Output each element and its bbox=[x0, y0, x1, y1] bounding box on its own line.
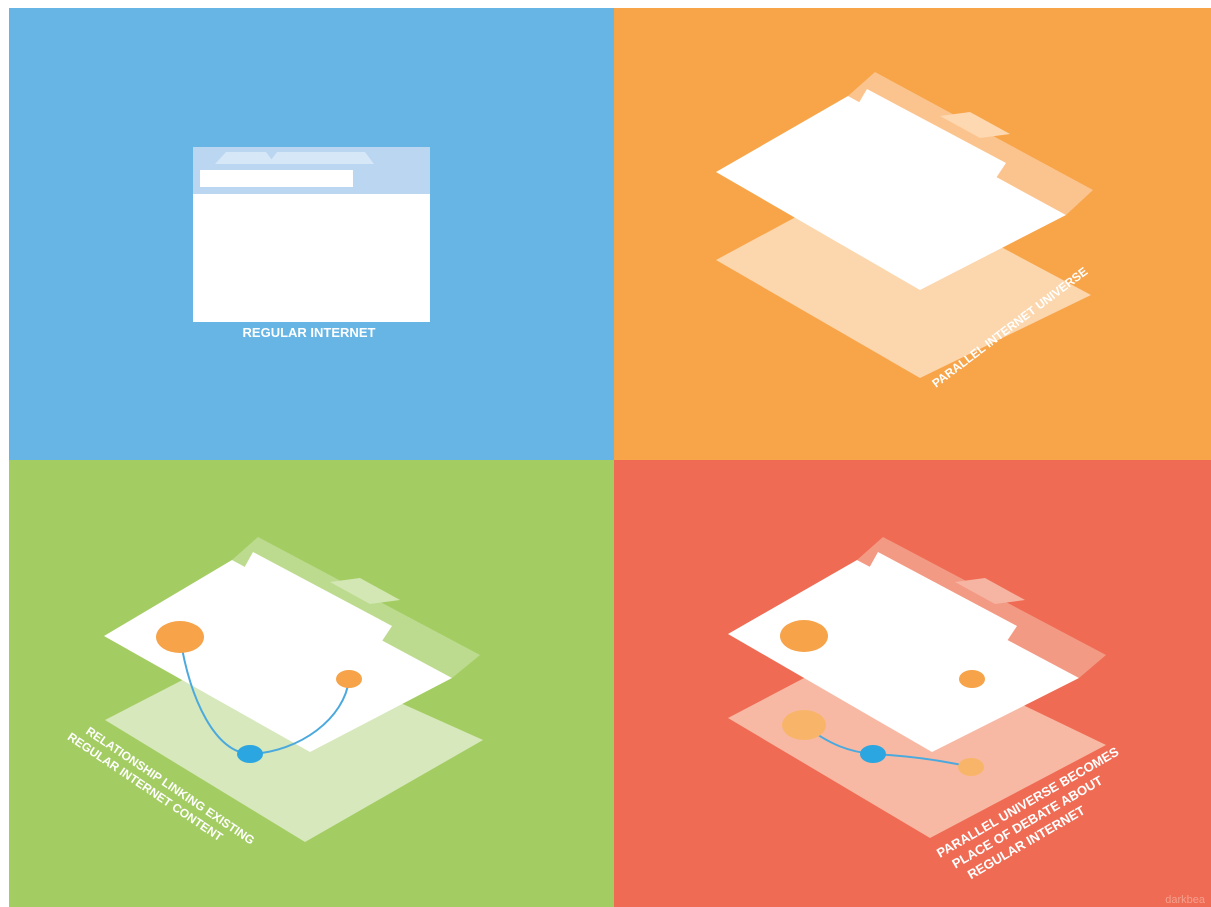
browser-tab bbox=[268, 152, 374, 164]
browser-page bbox=[193, 194, 430, 322]
relationship-node bbox=[237, 745, 263, 763]
relationship-node bbox=[860, 745, 886, 763]
debate-node-large bbox=[782, 710, 826, 740]
debate-node-small bbox=[958, 758, 984, 776]
content-node-large bbox=[780, 620, 828, 652]
caption-regular-internet: REGULAR INTERNET bbox=[243, 325, 376, 340]
diagram-canvas: REGULAR INTERNET PARALLEL INTERNET UNIVE… bbox=[9, 8, 1211, 907]
content-node-small bbox=[336, 670, 362, 688]
panel-parallel-universe: PARALLEL INTERNET UNIVERSE bbox=[614, 8, 1211, 460]
browser-window-icon bbox=[193, 147, 430, 322]
browser-address-bar bbox=[200, 170, 353, 187]
watermark: darkbea bbox=[1165, 894, 1206, 906]
panel-regular-internet: REGULAR INTERNET bbox=[9, 8, 614, 460]
panel-place-of-debate: PARALLEL UNIVERSE BECOMES PLACE OF DEBAT… bbox=[614, 460, 1211, 907]
content-node-large bbox=[156, 621, 204, 653]
panel-relationship-linking: RELATIONSHIP LINKING EXISTING REGULAR IN… bbox=[9, 460, 614, 907]
content-node-small bbox=[959, 670, 985, 688]
